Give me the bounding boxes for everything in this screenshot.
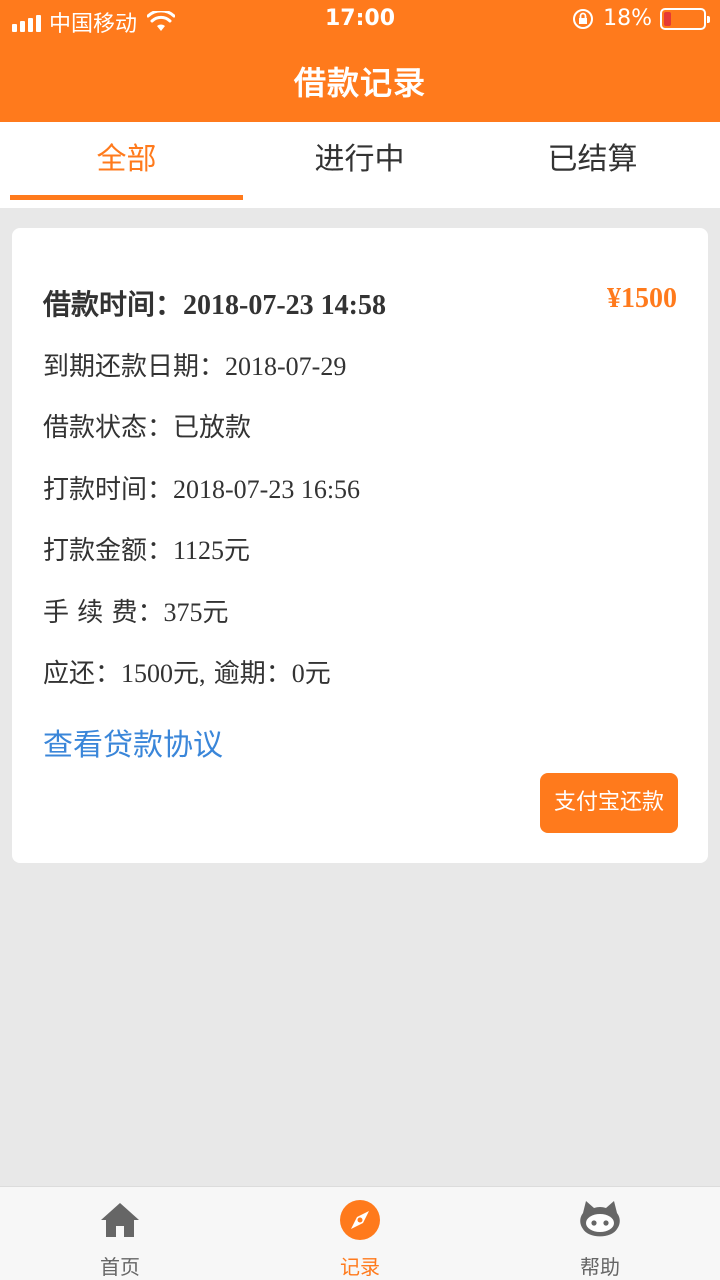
fee-label: 手 续 费：: [43, 598, 164, 628]
loan-record-card: 借款时间：2018-07-23 14:58 ¥1500 到期还款日期：2018-…: [12, 228, 708, 863]
payout-amount-label: 打款金额：: [43, 536, 174, 566]
overdue-label: 逾期：: [205, 659, 292, 689]
loan-time-value: 2018-07-23 14:58: [183, 290, 386, 321]
battery-level: [664, 11, 671, 26]
overdue-amount: 0元: [291, 659, 331, 688]
payout-time-value: 2018-07-23 16:56: [173, 475, 361, 504]
home-icon: [101, 1203, 139, 1237]
repayment-row: 应还：1500元, 逾期：0元: [43, 653, 331, 690]
battery-percent: 18%: [603, 6, 652, 31]
battery-icon: [660, 7, 710, 30]
loan-time-row: 借款时间：2018-07-23 14:58: [43, 283, 386, 323]
nav-help-label: 帮助: [580, 1255, 620, 1279]
payout-time-label: 打款时间：: [43, 475, 174, 505]
status-bar: 中国移动 17:00 18%: [0, 0, 720, 40]
payout-amount-value: 1125元: [173, 536, 251, 565]
fee-value: 375元: [163, 598, 229, 627]
nav-records-label: 记录: [340, 1255, 380, 1279]
tab-settled[interactable]: 已结算: [476, 122, 709, 208]
nav-records[interactable]: 记录: [240, 1187, 480, 1280]
tab-in-progress[interactable]: 进行中: [243, 122, 476, 208]
due-date-label: 到期还款日期：: [43, 352, 226, 382]
loan-time-label: 借款时间：: [43, 288, 184, 321]
app-header: 中国移动 17:00 18% 借款记录: [0, 0, 720, 122]
due-date-value: 2018-07-29: [225, 352, 347, 381]
loan-status-row: 借款状态：已放款: [43, 407, 251, 444]
orientation-lock-icon: [573, 8, 594, 29]
bottom-nav: 首页 记录 帮助: [0, 1186, 720, 1280]
compass-icon: [340, 1200, 380, 1240]
nav-home[interactable]: 首页: [0, 1187, 240, 1280]
nav-help[interactable]: 帮助: [480, 1187, 720, 1280]
loan-amount: ¥1500: [607, 283, 677, 314]
cat-icon: [580, 1201, 620, 1237]
due-label: 应还：: [43, 659, 122, 689]
nav-home-label: 首页: [100, 1255, 140, 1279]
view-loan-agreement-link[interactable]: 查看贷款协议: [43, 720, 223, 764]
fee-row: 手 续 费：375元: [43, 592, 229, 629]
due-amount: 1500元,: [121, 659, 206, 688]
loan-status-value: 已放款: [173, 413, 252, 443]
tab-bar: 全部 进行中 已结算: [0, 122, 720, 208]
payout-time-row: 打款时间：2018-07-23 16:56: [43, 469, 360, 506]
active-tab-indicator: [10, 195, 243, 200]
status-right: 18%: [571, 6, 710, 31]
alipay-repay-button[interactable]: 支付宝还款: [540, 773, 678, 833]
due-date-row: 到期还款日期：2018-07-29: [43, 346, 346, 383]
payout-amount-row: 打款金额：1125元: [43, 530, 250, 567]
page-title: 借款记录: [293, 64, 426, 102]
loan-status-label: 借款状态：: [43, 413, 174, 443]
